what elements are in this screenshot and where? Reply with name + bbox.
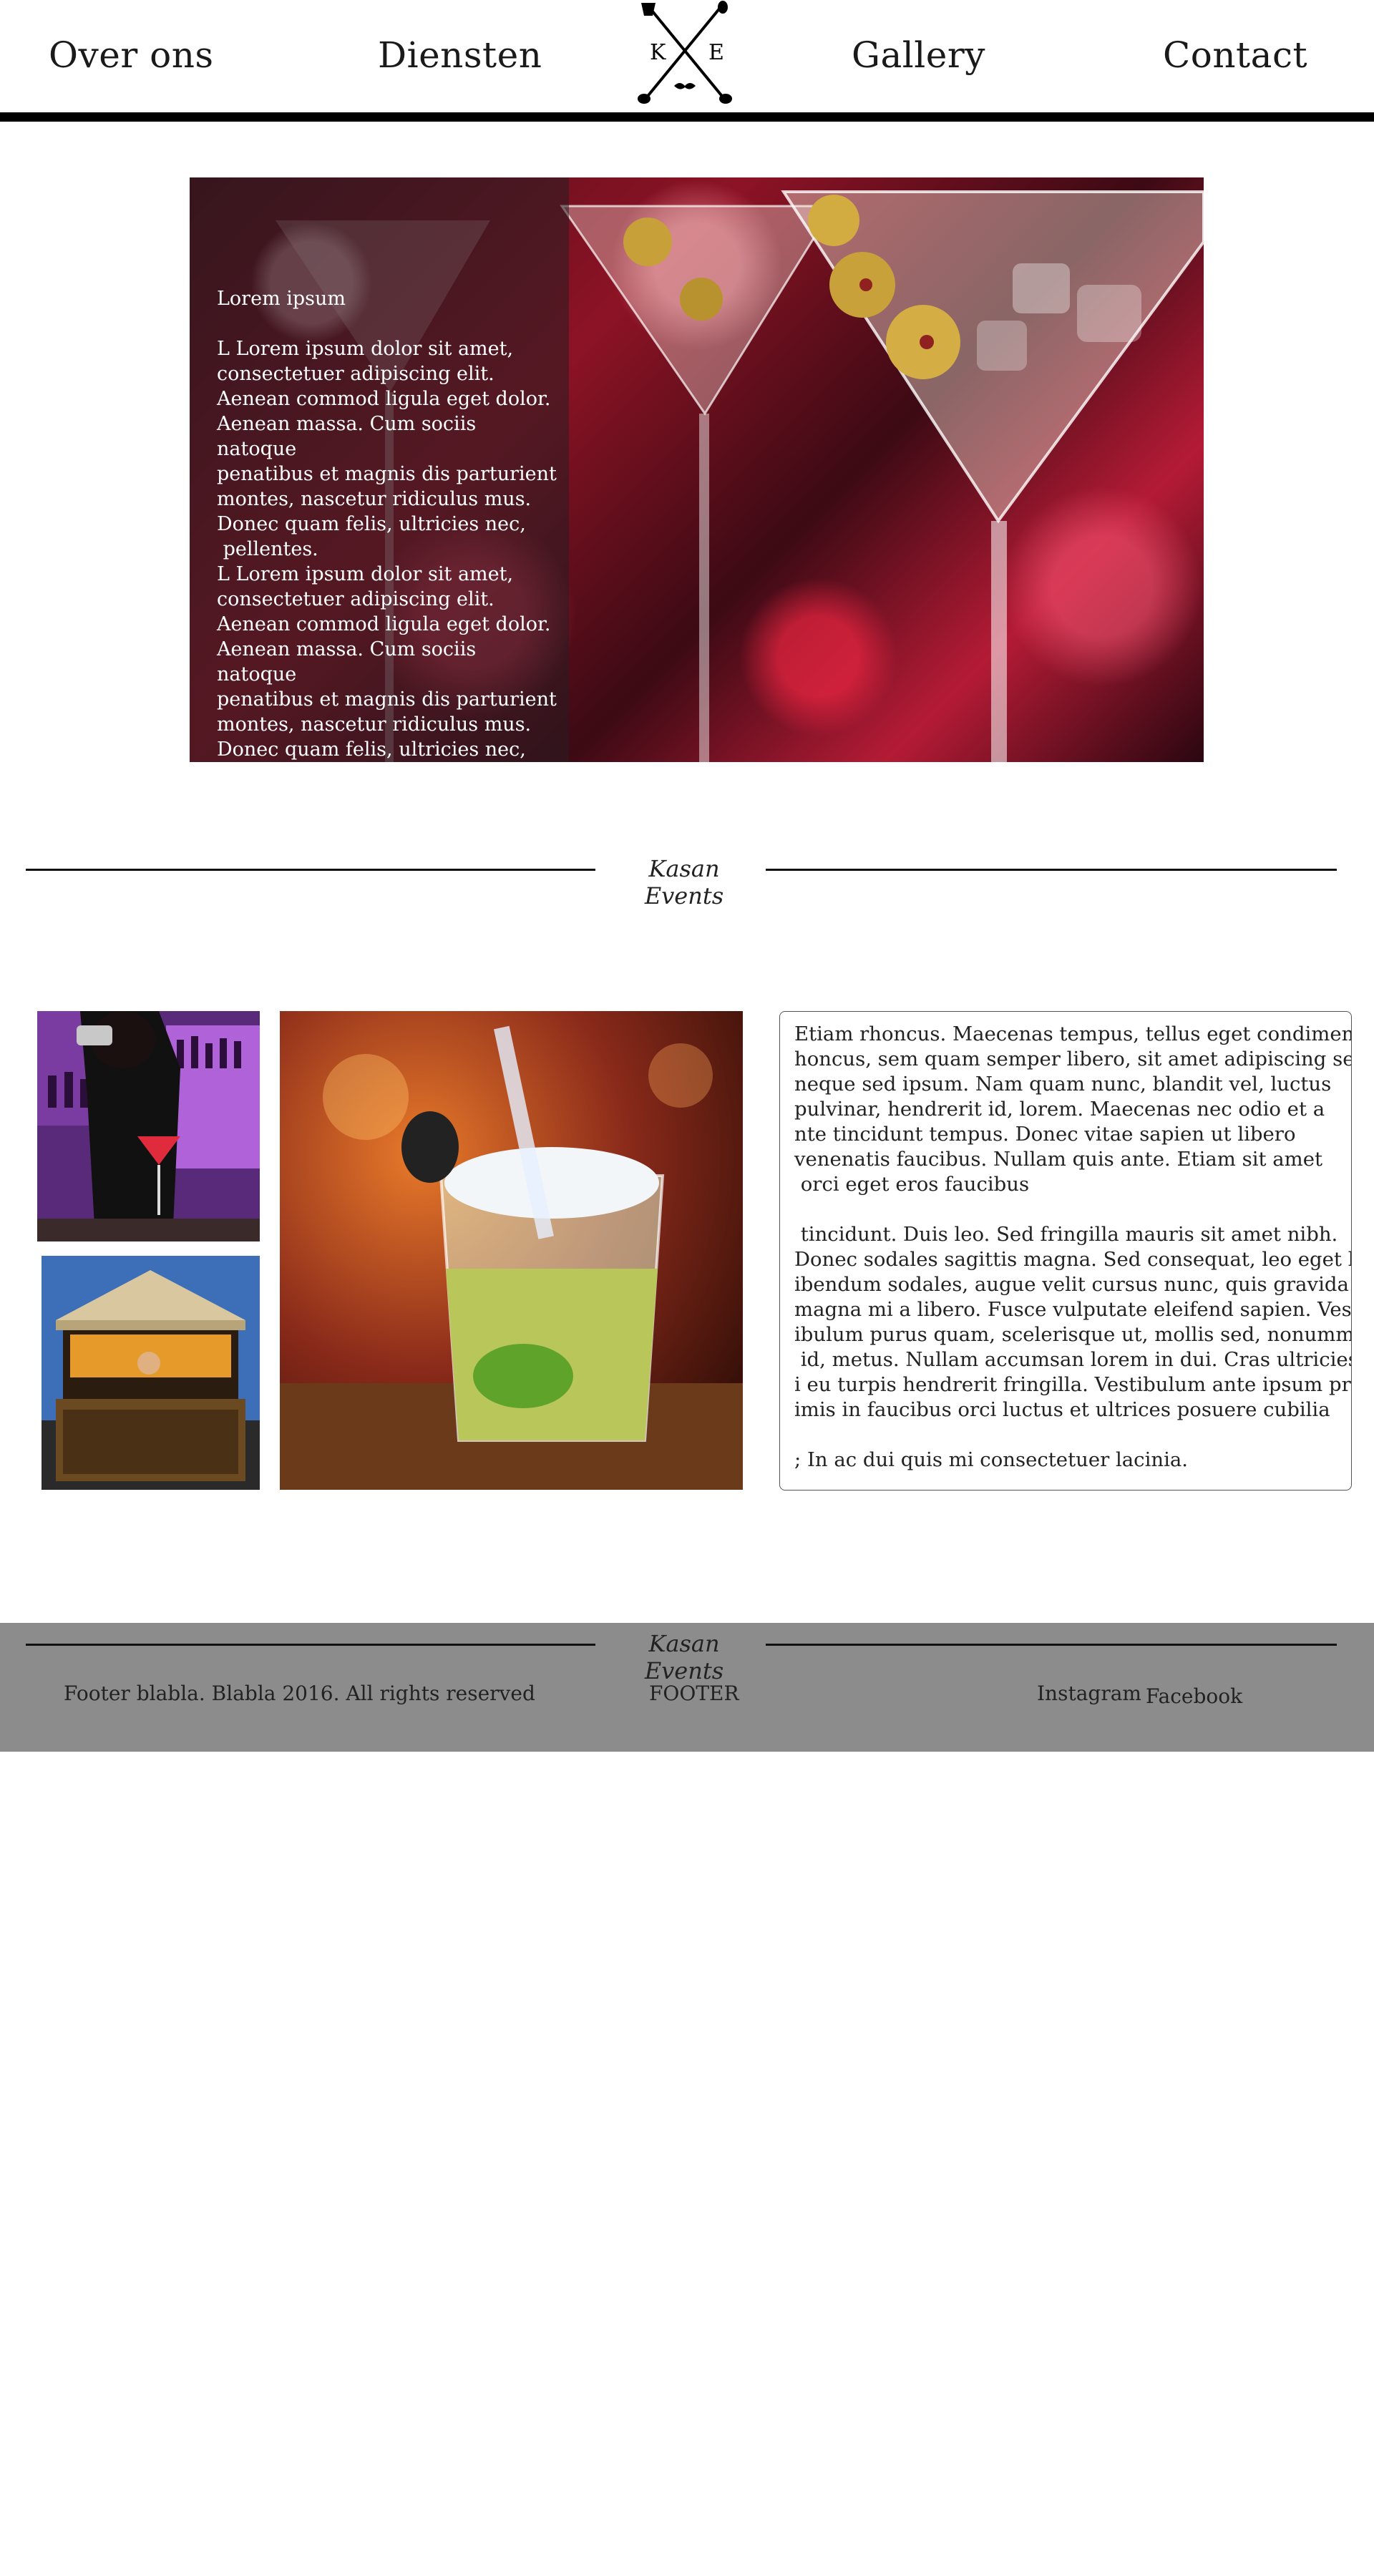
instagram-link[interactable]: Instagram [1037, 1682, 1141, 1705]
hero-title: Lorem ipsum [217, 288, 346, 310]
footer-divider: Kasan Events [26, 1630, 1337, 1684]
divider-line-left [26, 869, 595, 871]
logo-letter-k: K [650, 40, 666, 65]
nav-link-diensten[interactable]: Diensten [378, 34, 542, 76]
hero-text-panel: Lorem ipsum L Lorem ipsum dolor sit amet,… [190, 177, 569, 762]
logo-letter-e: E [708, 40, 724, 65]
facebook-link[interactable]: Facebook [1146, 1684, 1242, 1708]
hero-body: L Lorem ipsum dolor sit amet, consectetu… [217, 338, 557, 761]
divider-line-right [766, 869, 1337, 871]
section-divider: Kasan Events [26, 855, 1337, 909]
footer-label: FOOTER [649, 1682, 739, 1705]
bartender-photo [37, 1011, 260, 1241]
nav-divider-bar [0, 112, 1374, 122]
nav-link-contact[interactable]: Contact [1163, 34, 1307, 76]
mojito-cocktail-photo [280, 1011, 743, 1490]
footer-divider-line-right [766, 1644, 1337, 1646]
nav-link-over-ons[interactable]: Over ons [49, 34, 214, 76]
info-paragraph-1: Etiam rhoncus. Maecenas tempus, tellus e… [794, 1023, 1352, 1196]
info-paragraph-2: tincidunt. Duis leo. Sed fringilla mauri… [794, 1223, 1352, 1421]
logo[interactable]: K E [631, 0, 739, 106]
event-bar-booth-photo [42, 1256, 260, 1490]
footer: Kasan Events Footer blabla. Blabla 2016.… [0, 1623, 1374, 1752]
hero-text: Lorem ipsum L Lorem ipsum dolor sit amet,… [217, 236, 560, 762]
footer-copyright: Footer blabla. Blabla 2016. All rights r… [64, 1682, 535, 1705]
divider-brand: Kasan Events [644, 855, 724, 909]
info-text-box: Etiam rhoncus. Maecenas tempus, tellus e… [779, 1011, 1352, 1491]
footer-divider-line-left [26, 1644, 595, 1646]
crossed-bar-tools-logo-icon: K E [638, 1, 732, 104]
top-navigation: Over ons Diensten K E Gallery Contact [0, 0, 1374, 122]
info-paragraph-3: ; In ac dui quis mi consectetuer lacinia… [794, 1448, 1189, 1471]
footer-brand: Kasan Events [644, 1630, 724, 1684]
hero-banner: Lorem ipsum L Lorem ipsum dolor sit amet,… [190, 177, 1204, 762]
nav-link-gallery[interactable]: Gallery [852, 34, 985, 76]
